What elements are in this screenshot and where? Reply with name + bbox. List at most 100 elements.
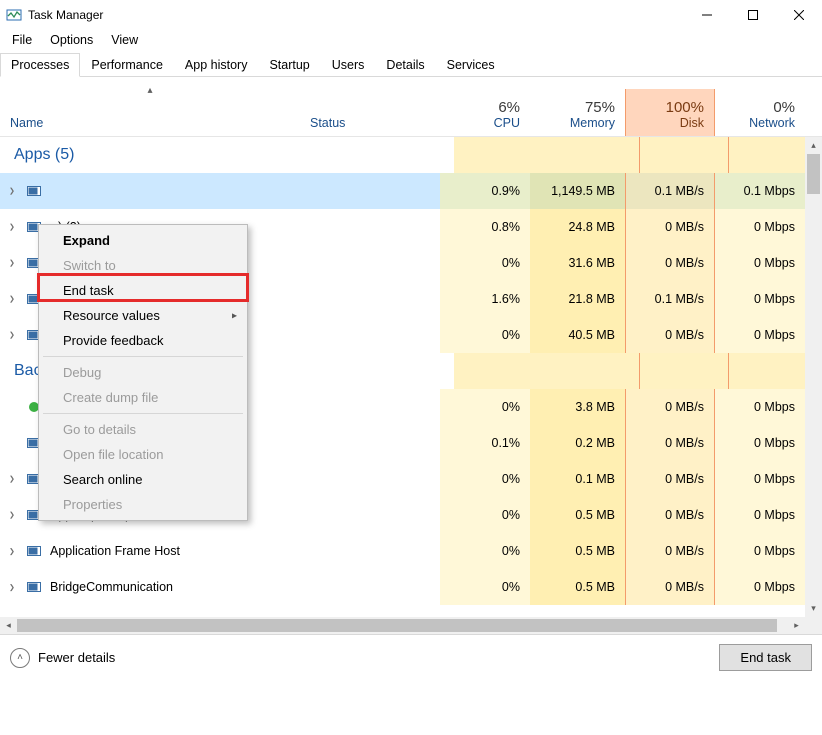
scroll-up-icon[interactable]: ▴ xyxy=(805,137,822,154)
fewer-details-button[interactable]: ˄ Fewer details xyxy=(10,648,115,668)
minimize-button[interactable] xyxy=(684,0,730,30)
cell-status xyxy=(300,425,440,461)
cell-status xyxy=(300,245,440,281)
context-menu-item: Go to details xyxy=(41,417,245,442)
context-menu-separator xyxy=(43,413,243,414)
vertical-scroll-thumb[interactable] xyxy=(807,154,820,194)
cell-status xyxy=(300,569,440,605)
context-menu-item: Debug xyxy=(41,360,245,385)
cell-memory: 31.6 MB xyxy=(530,245,625,281)
process-row[interactable]: ❯BridgeCommunication0%0.5 MB0 MB/s0 Mbps xyxy=(0,569,822,605)
footer: ˄ Fewer details End task xyxy=(0,634,822,680)
maximize-button[interactable] xyxy=(730,0,776,30)
tab-services[interactable]: Services xyxy=(436,53,506,77)
tab-processes[interactable]: Processes xyxy=(0,53,80,77)
menu-options[interactable]: Options xyxy=(42,31,101,49)
expander-icon[interactable]: ❯ xyxy=(8,295,16,303)
cell-status xyxy=(300,281,440,317)
cell-network: 0 Mbps xyxy=(715,425,805,461)
expander-icon[interactable]: ❯ xyxy=(8,583,16,591)
tab-apphistory[interactable]: App history xyxy=(174,53,259,77)
tab-details[interactable]: Details xyxy=(375,53,435,77)
tab-performance[interactable]: Performance xyxy=(80,53,174,77)
scroll-right-icon[interactable]: ▸ xyxy=(788,617,805,634)
header-name[interactable]: ▴ Name xyxy=(0,89,300,136)
expander-icon[interactable]: ❯ xyxy=(8,223,16,231)
cell-memory: 40.5 MB xyxy=(530,317,625,353)
cell-cpu: 0.8% xyxy=(440,209,530,245)
context-menu-item[interactable]: Expand xyxy=(41,228,245,253)
cell-disk: 0.1 MB/s xyxy=(625,281,715,317)
cell-disk: 0 MB/s xyxy=(625,209,715,245)
process-name: BridgeCommunication xyxy=(50,580,173,594)
menu-file[interactable]: File xyxy=(4,31,40,49)
cell-status xyxy=(300,317,440,353)
context-menu-separator xyxy=(43,356,243,357)
app-icon xyxy=(6,7,22,23)
context-menu-item[interactable]: Provide feedback xyxy=(41,328,245,353)
cell-disk: 0 MB/s xyxy=(625,569,715,605)
process-icon xyxy=(26,579,42,595)
cell-network: 0 Mbps xyxy=(715,281,805,317)
scroll-left-icon[interactable]: ◂ xyxy=(0,617,17,634)
cell-network: 0 Mbps xyxy=(715,533,805,569)
scroll-down-icon[interactable]: ▾ xyxy=(805,600,822,617)
cell-disk: 0 MB/s xyxy=(625,461,715,497)
close-button[interactable] xyxy=(776,0,822,30)
tab-startup[interactable]: Startup xyxy=(258,53,320,77)
expander-icon[interactable]: ❯ xyxy=(8,547,16,555)
end-task-button[interactable]: End task xyxy=(719,644,812,671)
tab-users[interactable]: Users xyxy=(321,53,376,77)
process-name: Application Frame Host xyxy=(50,544,180,558)
expander-icon[interactable]: ❯ xyxy=(8,187,16,195)
cell-status xyxy=(300,533,440,569)
process-row[interactable]: ❯Application Frame Host0%0.5 MB0 MB/s0 M… xyxy=(0,533,822,569)
expander-icon[interactable]: ❯ xyxy=(8,511,16,519)
title-bar: Task Manager xyxy=(0,0,822,30)
vertical-scrollbar[interactable]: ▴ ▾ xyxy=(805,137,822,617)
expander-icon[interactable]: ❯ xyxy=(8,259,16,267)
cell-disk: 0 MB/s xyxy=(625,389,715,425)
context-menu-item[interactable]: End task xyxy=(41,278,245,303)
context-menu-item[interactable]: Resource values▸ xyxy=(41,303,245,328)
header-disk[interactable]: 100% Disk xyxy=(625,89,715,136)
cell-memory: 3.8 MB xyxy=(530,389,625,425)
header-scroll-spacer xyxy=(805,89,822,136)
cell-network: 0 Mbps xyxy=(715,317,805,353)
submenu-icon: ▸ xyxy=(232,310,237,321)
header-network[interactable]: 0% Network xyxy=(715,89,805,136)
cell-status xyxy=(300,209,440,245)
header-cpu[interactable]: 6% CPU xyxy=(440,89,530,136)
cell-cpu: 0% xyxy=(440,533,530,569)
header-disk-pct: 100% xyxy=(636,99,704,116)
process-row[interactable]: ❯0.9%1,149.5 MB0.1 MB/s0.1 Mbps xyxy=(0,173,822,209)
context-menu-item: Properties xyxy=(41,492,245,517)
header-memory[interactable]: 75% Memory xyxy=(530,89,625,136)
horizontal-scroll-thumb[interactable] xyxy=(17,619,777,632)
group-header: Apps (5) xyxy=(0,137,822,173)
horizontal-scrollbar[interactable]: ◂ ▸ xyxy=(0,617,822,634)
expander-icon[interactable]: ❯ xyxy=(8,331,16,339)
tab-bar: Processes Performance App history Startu… xyxy=(0,52,822,77)
header-memory-label: Memory xyxy=(540,116,615,130)
cell-disk: 0 MB/s xyxy=(625,497,715,533)
cell-status xyxy=(300,497,440,533)
cell-network: 0 Mbps xyxy=(715,497,805,533)
cell-status xyxy=(300,173,440,209)
header-name-label: Name xyxy=(10,116,290,130)
menu-view[interactable]: View xyxy=(103,31,146,49)
expander-icon[interactable]: ❯ xyxy=(8,475,16,483)
cell-memory: 0.5 MB xyxy=(530,569,625,605)
cell-cpu: 0% xyxy=(440,461,530,497)
cell-memory: 0.2 MB xyxy=(530,425,625,461)
cell-network: 0 Mbps xyxy=(715,209,805,245)
header-status[interactable]: Status xyxy=(300,89,440,136)
cell-memory: 0.5 MB xyxy=(530,497,625,533)
cell-cpu: 0% xyxy=(440,497,530,533)
group-title: Apps (5) xyxy=(14,146,314,164)
cell-disk: 0 MB/s xyxy=(625,533,715,569)
cell-network: 0 Mbps xyxy=(715,569,805,605)
context-menu: ExpandSwitch toEnd taskResource values▸P… xyxy=(38,224,248,521)
context-menu-item[interactable]: Search online xyxy=(41,467,245,492)
header-status-label: Status xyxy=(310,116,430,130)
